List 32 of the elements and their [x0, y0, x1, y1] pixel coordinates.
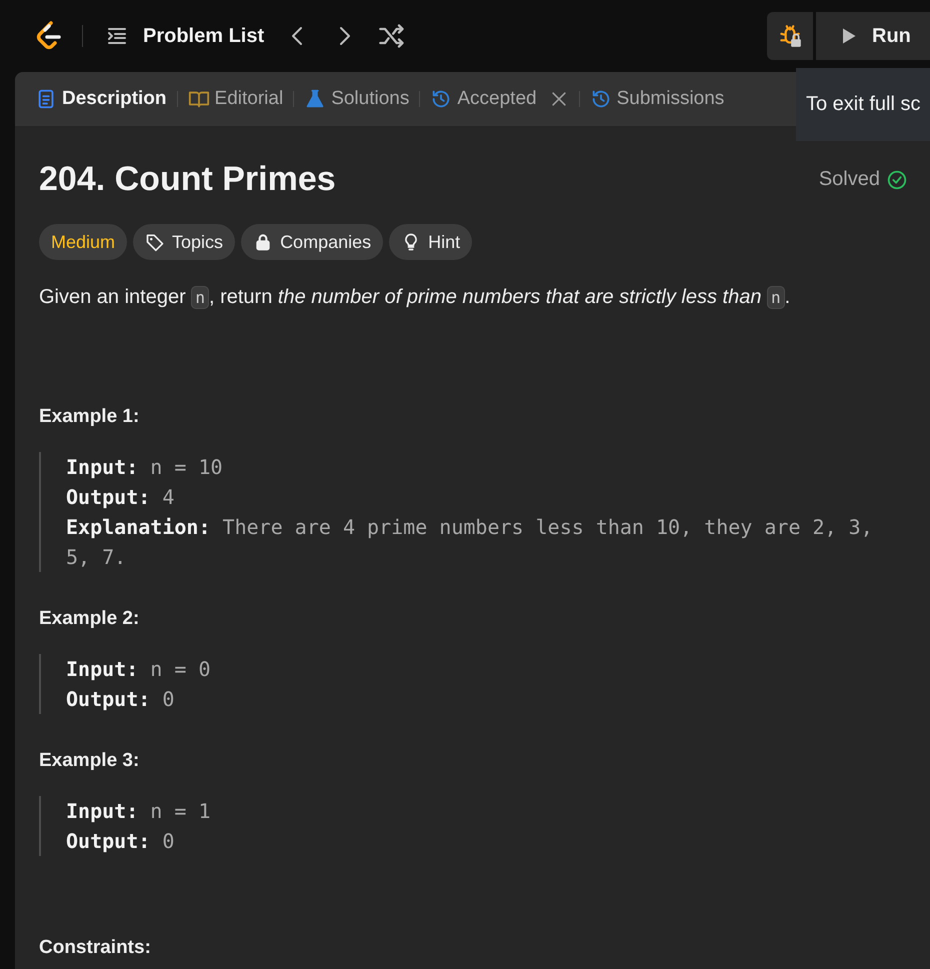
panel-tab[interactable]: Solutions [304, 88, 410, 110]
debug-button[interactable] [767, 12, 813, 60]
run-button[interactable]: Run [816, 12, 930, 60]
example-line: Explanation: There are 4 prime numbers less than 10, they are 2, 3, 5, 7. [66, 514, 874, 571]
panel-tab[interactable]: Editorial [188, 88, 284, 110]
example-heading: Example 2: [39, 608, 140, 630]
tooltip-text: To exit full sc [806, 93, 920, 116]
solved-status: Solved [818, 168, 908, 191]
example-line: Output: 4 [66, 484, 176, 511]
example-line: Input: n = 1 [66, 798, 212, 825]
panel-tab[interactable]: Description [35, 88, 167, 110]
history-icon [430, 88, 452, 110]
example-heading: Example 1: [39, 406, 140, 428]
example-line: Input: n = 0 [66, 656, 212, 683]
tag-button[interactable]: Hint [389, 224, 472, 260]
tag-button[interactable]: Companies [241, 224, 384, 260]
example-line: Output: 0 [66, 828, 176, 855]
tag-icon [145, 232, 166, 252]
tag-button[interactable]: Topics [133, 224, 236, 260]
shuffle-icon [378, 22, 406, 50]
example-line: Output: 0 [66, 686, 176, 713]
problem-statement: Given an integer n , return the number of prime numbers that are strictly less than n . [39, 285, 792, 311]
problem-title: 204. Count Primes [39, 160, 336, 199]
example-line: Input: n = 10 [66, 454, 224, 481]
check-circle-icon [886, 168, 908, 190]
difficulty-button[interactable]: Medium [39, 224, 128, 260]
example-heading: Example 3: [39, 750, 140, 772]
shuffle-button[interactable] [378, 22, 406, 50]
panel-tab[interactable]: Submissions [590, 88, 724, 110]
panel-tab[interactable]: Accepted [430, 88, 537, 110]
constraints-heading: Constraints: [39, 937, 152, 959]
problem-list-title[interactable]: Problem List [143, 24, 264, 48]
